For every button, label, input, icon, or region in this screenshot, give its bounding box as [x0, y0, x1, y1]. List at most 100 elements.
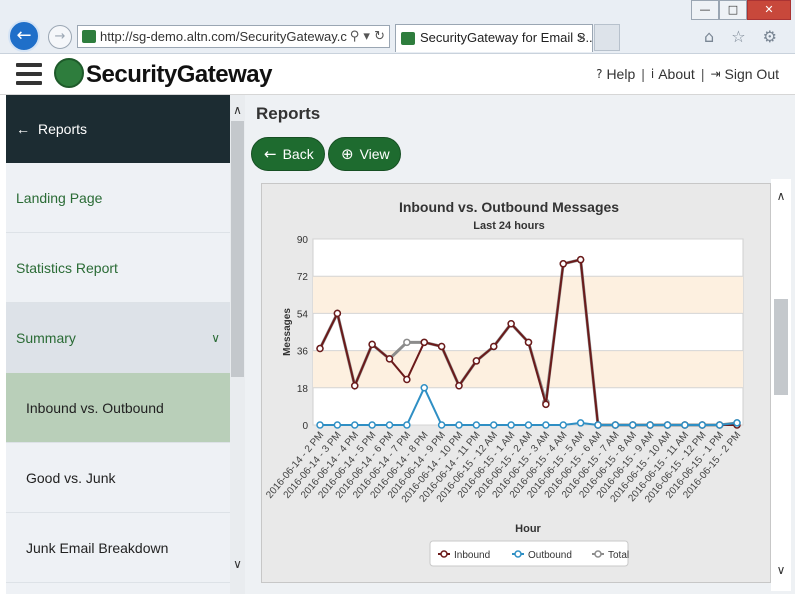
data-point-outbound	[646, 421, 654, 429]
browser-chrome: — □ ✕ ← → http://sg-demo.altn.com/Securi…	[0, 0, 795, 54]
data-point-inbound	[316, 344, 324, 353]
data-point-outbound	[490, 421, 498, 429]
data-point-outbound	[437, 421, 446, 429]
sidebar-back-reports[interactable]: ← Reports	[6, 95, 230, 163]
sidebar-item-label: Landing Page	[16, 189, 103, 206]
data-point-inbound	[524, 338, 533, 347]
sidebar-item-label: Summary	[16, 329, 76, 346]
y-tick-label: 72	[297, 272, 309, 283]
chart-title: Inbound vs. Outbound Messages	[399, 199, 619, 215]
back-button[interactable]: ← Back	[251, 137, 325, 171]
data-point-outbound	[715, 421, 724, 429]
separator: |	[641, 66, 645, 82]
app-header: SecurityGateway ? Help | i About | ⇥ Sign O…	[0, 54, 795, 95]
data-point-inbound	[403, 375, 411, 384]
data-point-outbound	[733, 419, 741, 427]
data-point-outbound	[420, 384, 428, 392]
data-point-outbound	[698, 421, 706, 429]
address-search-refresh-icons[interactable]: ⚲ ▾ ↻	[346, 26, 385, 47]
legend-label: Total	[608, 550, 629, 561]
maximize-button[interactable]: □	[719, 0, 747, 20]
browser-forward-button[interactable]: →	[48, 25, 72, 49]
data-point-outbound	[681, 421, 689, 429]
legend-label: Inbound	[454, 550, 490, 561]
legend-label: Outbound	[528, 550, 572, 561]
sidebar-item-statistics-report[interactable]: Statistics Report	[6, 233, 230, 303]
home-favorites-settings-icons[interactable]: ⌂ ☆ ⚙	[704, 27, 783, 46]
sidebar-scrollbar[interactable]: ∧ ∨	[230, 95, 245, 594]
data-point-inbound	[472, 357, 481, 365]
data-point-outbound	[455, 421, 463, 429]
legend-marker-total	[594, 550, 602, 558]
tab-close-icon[interactable]: ×	[578, 25, 586, 51]
content-scrollbar[interactable]: ∧ ∨	[771, 179, 791, 591]
address-url: http://sg-demo.altn.com/SecurityGateway.…	[100, 29, 347, 44]
about-label: About	[658, 66, 695, 82]
site-favicon-icon	[82, 30, 96, 43]
scrollbar-thumb[interactable]	[774, 299, 788, 395]
data-point-outbound	[663, 421, 672, 429]
data-point-inbound	[507, 319, 515, 328]
browser-tab[interactable]: SecurityGateway for Email S... ×	[395, 24, 593, 52]
data-point-inbound	[576, 255, 585, 264]
close-window-button[interactable]: ✕	[747, 0, 791, 20]
y-tick-label: 54	[297, 309, 309, 320]
browser-back-button[interactable]: ←	[8, 20, 40, 52]
plot-band	[313, 276, 743, 314]
help-icon: ?	[596, 67, 603, 81]
main-content: Reports ← Back ⊕ View 0 18 36 54 72 90 Inbound…	[245, 95, 795, 594]
tab-title: SecurityGateway for Email S...	[420, 30, 593, 45]
about-link[interactable]: i About	[651, 66, 695, 82]
chart-subtitle: Last 24 hours	[473, 220, 545, 232]
data-point-total	[403, 338, 411, 347]
sidebar-item-label: Statistics Report	[16, 259, 118, 276]
zoom-icon: ⊕	[341, 145, 354, 163]
scroll-down-icon[interactable]: ∨	[230, 557, 245, 571]
data-point-inbound	[542, 400, 550, 409]
separator: |	[700, 66, 705, 82]
scroll-up-icon[interactable]: ∧	[771, 189, 791, 203]
scroll-up-icon[interactable]: ∧	[230, 103, 245, 117]
address-bar[interactable]: http://sg-demo.altn.com/SecurityGateway.…	[77, 25, 390, 48]
sign-out-icon: ⇥	[710, 67, 721, 81]
view-button[interactable]: ⊕ View	[328, 137, 401, 171]
help-link[interactable]: ? Help	[596, 66, 635, 82]
data-point-inbound	[455, 381, 463, 390]
sidebar-item-good-vs-junk[interactable]: Good vs. Junk	[6, 443, 230, 513]
back-arrow-icon: ←	[264, 145, 277, 163]
data-point-outbound	[629, 421, 637, 429]
sidebar-item-junk-email-breakdown[interactable]: Junk Email Breakdown	[6, 513, 230, 583]
signout-label: Sign Out	[724, 66, 779, 82]
signout-link[interactable]: ⇥ Sign Out	[710, 66, 779, 82]
data-point-outbound	[351, 421, 359, 429]
help-label: Help	[606, 66, 636, 82]
sidebar-item-inbound-vs-outbound[interactable]: Inbound vs. Outbound	[6, 373, 230, 443]
sidebar-item-label: Good vs. Junk	[26, 469, 116, 486]
brand-name: SecurityGateway	[86, 61, 272, 88]
legend-marker-outbound	[514, 550, 522, 558]
scroll-down-icon[interactable]: ∨	[771, 563, 791, 577]
minimize-button[interactable]: —	[691, 0, 719, 20]
data-point-outbound	[594, 421, 602, 429]
scrollbar-thumb[interactable]	[231, 121, 244, 377]
data-point-outbound	[385, 421, 394, 429]
data-point-inbound	[490, 342, 498, 351]
data-point-inbound	[333, 309, 342, 318]
hamburger-menu-icon[interactable]	[16, 63, 42, 85]
window-controls: — □ ✕	[691, 0, 791, 20]
back-arrow-icon: ←	[16, 121, 30, 137]
data-point-outbound	[611, 421, 620, 429]
y-tick-label: 18	[297, 384, 309, 395]
new-tab-button[interactable]	[594, 24, 620, 51]
data-point-outbound	[507, 421, 515, 429]
data-point-outbound	[559, 421, 567, 429]
sidebar-item-summary[interactable]: Summary ∨	[6, 303, 230, 373]
plot-area	[312, 238, 744, 426]
tab-favicon-icon	[401, 32, 415, 45]
plot-band	[313, 350, 743, 388]
line-chart: 0 18 36 54 72 90 Inbound vs. Outbound Messages…	[264, 199, 744, 567]
header-links: ? Help | i About | ⇥ Sign Out	[596, 66, 779, 82]
sidebar-item-landing-page[interactable]: Landing Page	[6, 163, 230, 233]
chart-panel: 0 18 36 54 72 90 Inbound vs. Outbound Messages…	[261, 183, 771, 583]
back-button-label: Back	[282, 146, 314, 162]
